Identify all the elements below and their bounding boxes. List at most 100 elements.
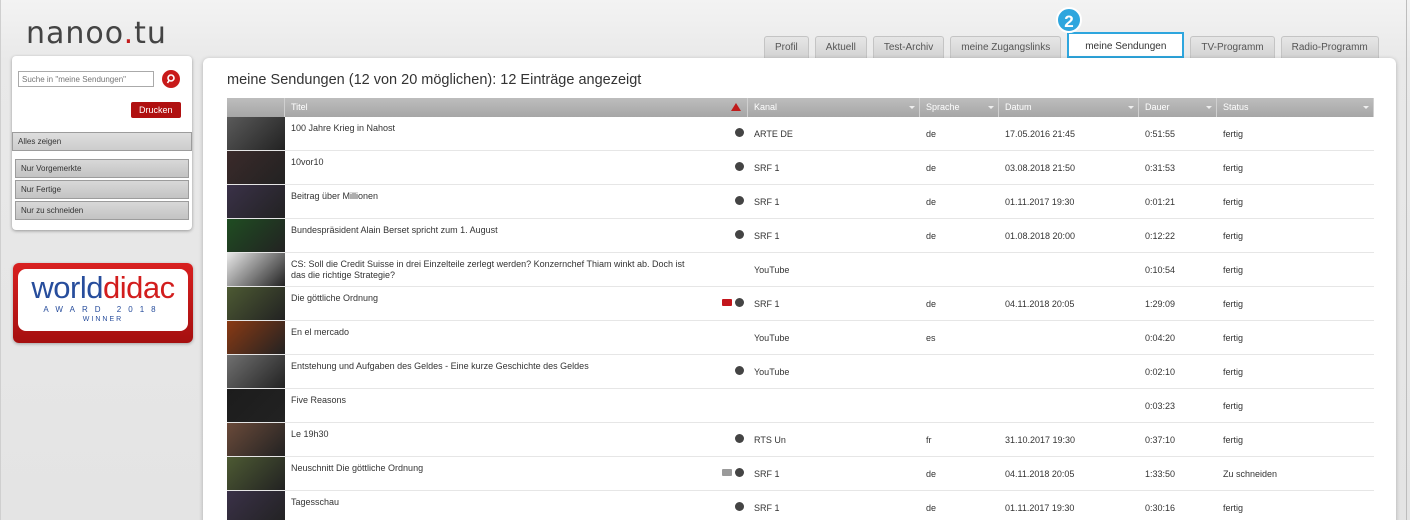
title-cell[interactable]: 10vor10	[285, 151, 748, 184]
thumbnail-cell[interactable]	[227, 491, 285, 520]
title-cell[interactable]: Five Reasons	[285, 389, 748, 422]
column-header-date[interactable]: Datum	[999, 98, 1139, 117]
title-cell[interactable]: Entstehung und Aufgaben des Geldes - Ein…	[285, 355, 748, 388]
tab-meine-sendungen[interactable]: meine Sendungen	[1067, 32, 1185, 58]
main-tabs: Profil Aktuell Test-Archiv meine Zugangslin…	[764, 32, 1379, 58]
column-header-title[interactable]: Titel	[285, 98, 748, 117]
info-icon[interactable]	[735, 298, 744, 307]
step-badge: 2	[1056, 7, 1082, 33]
video-thumbnail	[227, 355, 285, 388]
table-row[interactable]: Five Reasons 0:03:23 fertig	[227, 389, 1374, 423]
sort-icon	[1128, 106, 1134, 109]
search-button[interactable]	[162, 70, 180, 88]
title-cell[interactable]: Beitrag über Millionen	[285, 185, 748, 218]
date-cell: 01.11.2017 19:30	[1005, 196, 1075, 207]
table-row[interactable]: Neuschnitt Die göttliche Ordnung SRF 1 de 0…	[227, 457, 1374, 491]
title-cell[interactable]: Tagesschau	[285, 491, 748, 520]
filter-bookmarked[interactable]: Nur Vorgemerkte	[15, 159, 189, 178]
column-header-duration[interactable]: Dauer	[1139, 98, 1217, 117]
video-thumbnail	[227, 321, 285, 354]
table-row[interactable]: Bundespräsident Alain Berset spricht zum…	[227, 219, 1374, 253]
title-text: Die göttliche Ordnung	[291, 293, 379, 303]
thumbnail-cell[interactable]	[227, 253, 285, 286]
thumbnail-cell[interactable]	[227, 287, 285, 320]
tab-profil[interactable]: Profil	[764, 36, 809, 58]
status-cell: Zu schneiden	[1223, 468, 1278, 479]
folder-icon[interactable]	[722, 299, 732, 306]
search-icon	[166, 74, 175, 84]
folder-icon[interactable]	[722, 469, 732, 476]
title-text: En el mercado	[291, 327, 350, 337]
title-text: Five Reasons	[291, 395, 347, 405]
status-cell: fertig	[1223, 298, 1244, 309]
title-cell[interactable]: 100 Jahre Krieg in Nahost	[285, 117, 748, 150]
duration-cell: 0:02:10	[1145, 366, 1176, 377]
duration-cell: 0:37:10	[1145, 434, 1176, 445]
duration-cell: 0:30:16	[1145, 502, 1176, 513]
status-cell: fertig	[1223, 400, 1244, 411]
tab-radio-programm[interactable]: Radio-Programm	[1280, 36, 1379, 58]
tab-tv-programm[interactable]: TV-Programm	[1190, 36, 1275, 58]
title-cell[interactable]: Bundespräsident Alain Berset spricht zum…	[285, 219, 748, 252]
thumbnail-cell[interactable]	[227, 219, 285, 252]
table-row[interactable]: En el mercado YouTube es 0:04:20 fertig	[227, 321, 1374, 355]
thumbnail-cell[interactable]	[227, 185, 285, 218]
recordings-table: Titel Kanal Sprache Datum Dauer Status 1…	[227, 98, 1374, 520]
nanoo-logo[interactable]: nanoo.tu	[26, 16, 167, 51]
sort-asc-icon	[731, 103, 741, 111]
info-icon[interactable]	[735, 468, 744, 477]
search-input[interactable]	[18, 71, 154, 87]
info-icon[interactable]	[735, 366, 744, 375]
video-thumbnail	[227, 185, 285, 218]
tab-aktuell[interactable]: Aktuell	[814, 36, 867, 58]
filter-show-all[interactable]: Alles zeigen	[12, 132, 210, 151]
thumbnail-cell[interactable]	[227, 151, 285, 184]
info-icon[interactable]	[735, 434, 744, 443]
info-icon[interactable]	[735, 128, 744, 137]
thumbnail-cell[interactable]	[227, 389, 285, 422]
channel-cell: SRF 1	[754, 468, 780, 479]
table-row[interactable]: Beitrag über Millionen SRF 1 de 01.11.2017 …	[227, 185, 1374, 219]
table-row[interactable]: Le 19h30 RTS Un fr 31.10.2017 19:30 0:37:10 f…	[227, 423, 1374, 457]
table-row[interactable]: Tagesschau SRF 1 de 01.11.2017 19:30 0:30:16…	[227, 491, 1374, 520]
thumbnail-cell[interactable]	[227, 321, 285, 354]
thumbnail-cell[interactable]	[227, 355, 285, 388]
title-cell[interactable]: Die göttliche Ordnung	[285, 287, 748, 320]
channel-cell: YouTube	[754, 332, 790, 343]
title-cell[interactable]: CS: Soll die Credit Suisse in drei Einze…	[285, 253, 748, 286]
tab-meine-zugangslinks[interactable]: meine Zugangslinks	[950, 36, 1062, 58]
info-icon[interactable]	[735, 162, 744, 171]
channel-cell: SRF 1	[754, 298, 780, 309]
language-cell: de	[926, 230, 937, 241]
title-text: Tagesschau	[291, 497, 340, 507]
thumbnail-cell[interactable]	[227, 457, 285, 490]
info-icon[interactable]	[735, 230, 744, 239]
filter-to-cut[interactable]: Nur zu schneiden	[15, 201, 189, 220]
date-cell: 31.10.2017 19:30	[1005, 434, 1076, 445]
column-header-status[interactable]: Status	[1217, 98, 1374, 117]
column-header-channel[interactable]: Kanal	[748, 98, 920, 117]
table-row[interactable]: 100 Jahre Krieg in Nahost ARTE DE de 17.05.…	[227, 117, 1374, 151]
thumbnail-cell[interactable]	[227, 117, 285, 150]
table-row[interactable]: CS: Soll die Credit Suisse in drei Einze…	[227, 253, 1374, 287]
thumbnail-cell[interactable]	[227, 423, 285, 456]
duration-cell: 0:12:22	[1145, 230, 1176, 241]
table-row[interactable]: Entstehung und Aufgaben des Geldes - Ein…	[227, 355, 1374, 389]
title-cell[interactable]: Le 19h30	[285, 423, 748, 456]
title-cell[interactable]: En el mercado	[285, 321, 748, 354]
date-cell: 01.08.2018 20:00	[1005, 230, 1076, 241]
tab-test-archiv[interactable]: Test-Archiv	[872, 36, 945, 58]
table-row[interactable]: 10vor10 SRF 1 de 03.08.2018 21:50 0:31:53 fer…	[227, 151, 1374, 185]
info-icon[interactable]	[735, 196, 744, 205]
filter-finished[interactable]: Nur Fertige	[15, 180, 189, 199]
title-cell[interactable]: Neuschnitt Die göttliche Ordnung	[285, 457, 748, 490]
print-button[interactable]: Drucken	[131, 102, 181, 118]
column-header-language[interactable]: Sprache	[920, 98, 999, 117]
table-row[interactable]: Die göttliche Ordnung SRF 1 de 04.11.2018 2…	[227, 287, 1374, 321]
video-thumbnail	[227, 287, 285, 320]
language-cell: de	[926, 502, 937, 513]
video-thumbnail	[227, 457, 285, 490]
info-icon[interactable]	[735, 502, 744, 511]
title-text: Entstehung und Aufgaben des Geldes - Ein…	[291, 361, 589, 371]
filter-list: Alles zeigen Nur Vorgemerkte Nur Fertige…	[12, 130, 210, 222]
